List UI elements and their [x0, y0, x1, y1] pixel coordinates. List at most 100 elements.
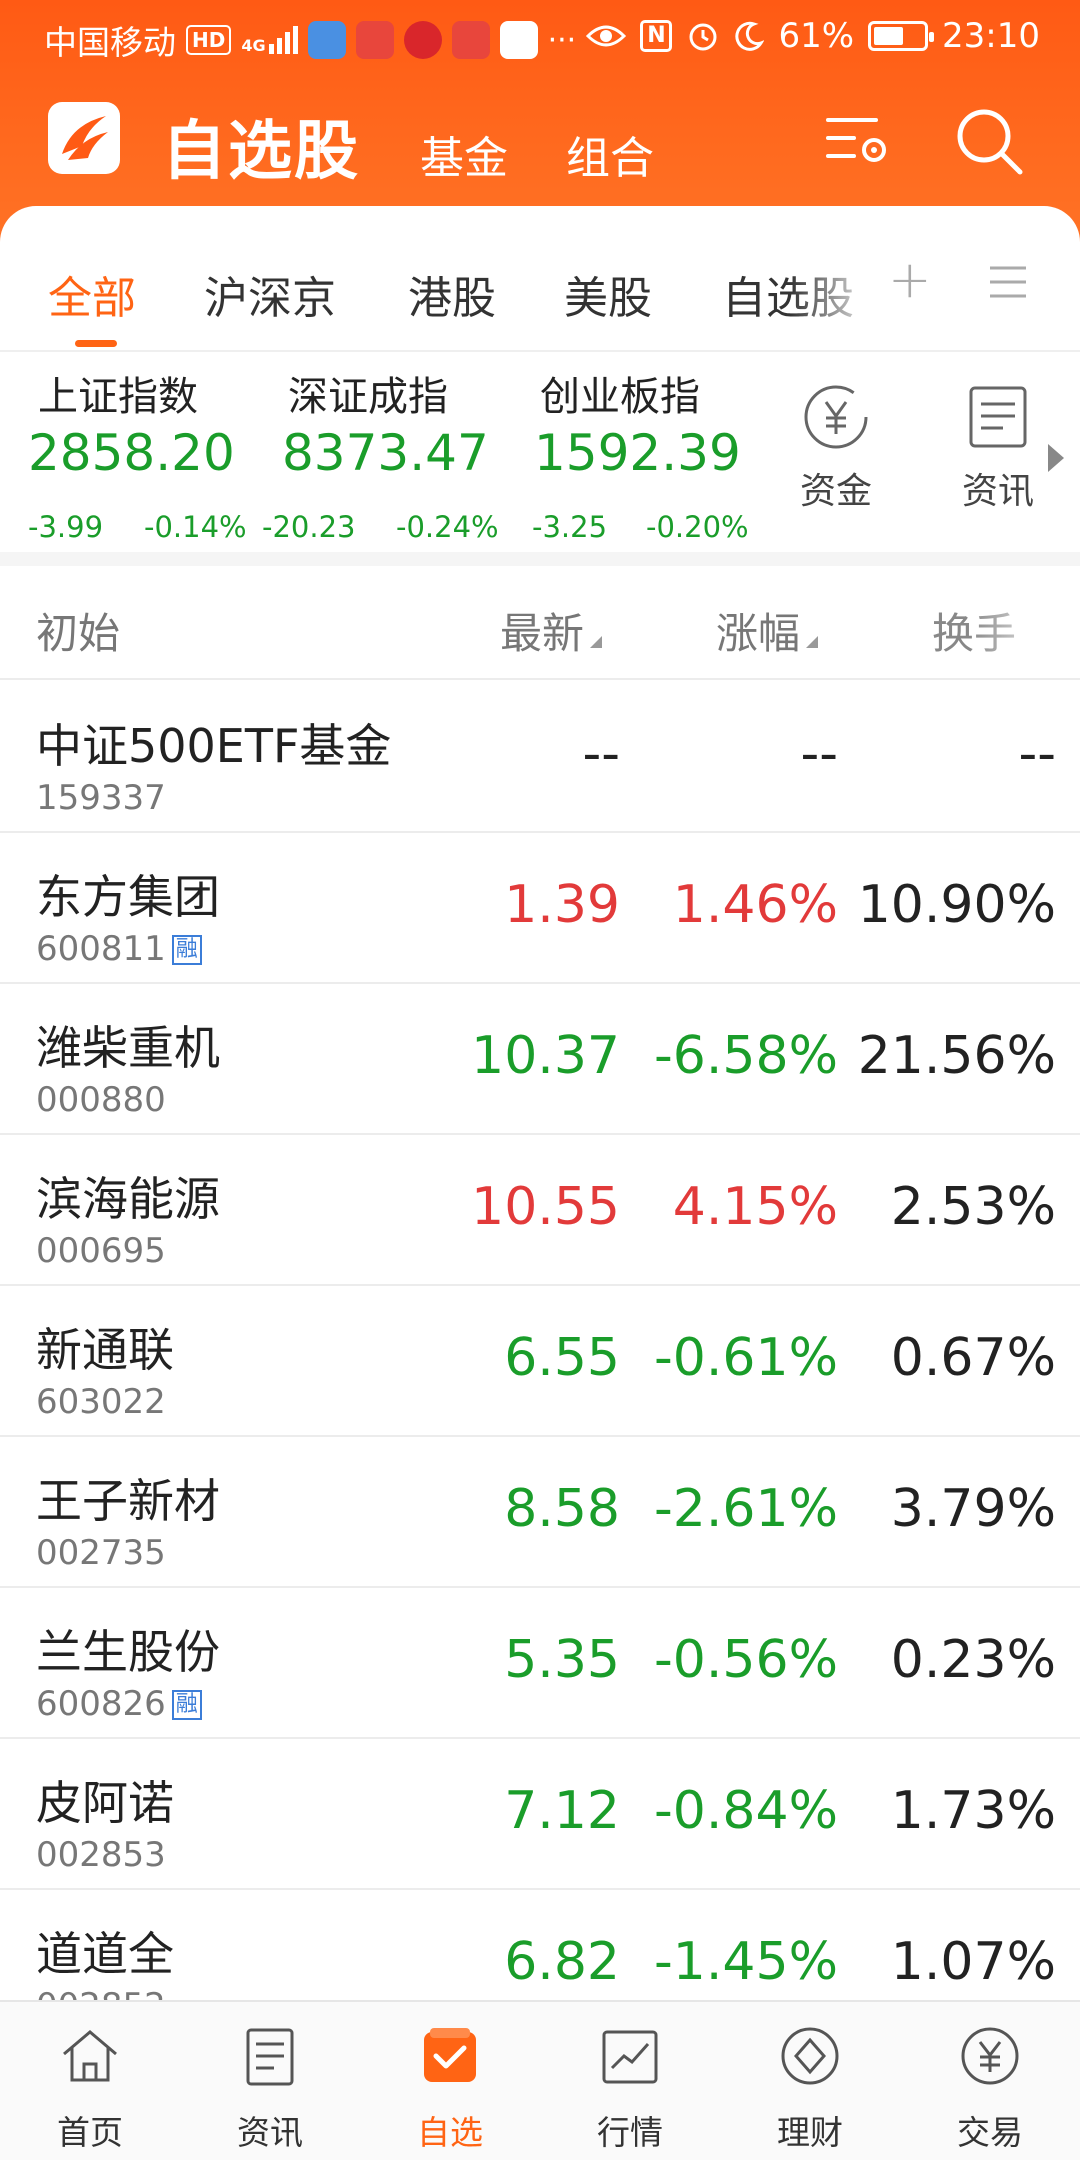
index-name: 深证成指: [288, 374, 448, 420]
stock-code-text: 600811: [36, 929, 166, 969]
home-icon: [63, 2030, 117, 2082]
stock-code-text: 002852: [36, 1986, 166, 2000]
stock-row[interactable]: 中证500ETF基金 159337 -- -- --: [0, 682, 1080, 833]
notification-app-icon: [355, 21, 394, 59]
app-logo-icon[interactable]: [48, 102, 120, 174]
signal-icon: 4G: [241, 26, 298, 54]
news-document-icon: [246, 2028, 294, 2086]
change-percent: -0.56%: [654, 1630, 838, 1690]
stock-row[interactable]: 东方集团 600811 融 1.39 1.46% 10.90%: [0, 833, 1080, 984]
nav-wealth[interactable]: 理财: [720, 2002, 900, 2160]
chevron-right-icon[interactable]: [1048, 444, 1064, 472]
turnover-rate: 1.73%: [890, 1781, 1056, 1841]
index-name: 创业板指: [540, 374, 700, 420]
nfc-icon: N: [640, 20, 673, 52]
index-value: 1592.39: [534, 424, 741, 482]
turnover-rate: 1.07%: [890, 1932, 1056, 1992]
alarm-icon: [689, 23, 717, 51]
change-percent: -0.84%: [654, 1781, 838, 1841]
nav-market[interactable]: 行情: [540, 2002, 720, 2160]
more-notifications-icon: ···: [547, 22, 577, 58]
list-header: 初始 最新 涨幅 换手: [0, 566, 1080, 680]
nav-watchlist-label: 自选: [417, 2113, 483, 2152]
stock-code: 002735: [36, 1533, 166, 1573]
add-group-icon[interactable]: +: [888, 250, 932, 310]
change-percent: 1.46%: [672, 875, 838, 935]
turnover-rate: --: [1018, 724, 1056, 784]
battery-icon: [868, 21, 935, 51]
stock-row[interactable]: 王子新材 002735 8.58 -2.61% 3.79%: [0, 1437, 1080, 1588]
search-icon[interactable]: [952, 104, 1026, 178]
stock-name: 王子新材: [36, 1474, 220, 1528]
tab-hong-kong[interactable]: 港股: [408, 262, 496, 326]
turnover-rate: 3.79%: [890, 1479, 1056, 1539]
group-menu-icon[interactable]: [988, 262, 1028, 302]
stock-row[interactable]: 道道全 002852 6.82 -1.45% 1.07%: [0, 1890, 1080, 2000]
hd-badge: HD: [186, 25, 232, 55]
sort-indicator-icon: [806, 636, 819, 648]
market-tabs: 全部 沪深京 港股 美股 自选股 +: [0, 206, 1080, 352]
latest-price: 7.12: [504, 1781, 620, 1841]
stock-code: 159337: [36, 778, 166, 818]
diamond-circle-icon: [781, 2027, 839, 2085]
news-label: 资讯: [961, 471, 1034, 512]
stock-code: 603022: [36, 1382, 166, 1422]
turnover-rate: 0.23%: [890, 1630, 1056, 1690]
portfolio-link[interactable]: 组合: [566, 122, 654, 186]
sort-initial-button[interactable]: 初始: [36, 600, 120, 661]
turnover-rate: 10.90%: [857, 875, 1056, 935]
fund-link[interactable]: 基金: [420, 122, 508, 186]
tab-shanghai-shenzhen-beijing[interactable]: 沪深京: [204, 262, 336, 326]
stock-code: 002853: [36, 1835, 166, 1875]
sort-latest-button[interactable]: 最新: [500, 600, 603, 661]
stock-row[interactable]: 滨海能源 000695 10.55 4.15% 2.53%: [0, 1135, 1080, 1286]
nav-trade[interactable]: 交易: [900, 2002, 1080, 2160]
nav-watchlist[interactable]: 自选: [360, 2002, 540, 2160]
latest-price: 6.55: [504, 1328, 620, 1388]
nav-news[interactable]: 资讯: [180, 2002, 360, 2160]
turnover-rate: 21.56%: [857, 1026, 1056, 1086]
change-percent: -0.61%: [654, 1328, 838, 1388]
battery-percent: 61%: [778, 16, 855, 56]
stock-name: 中证500ETF基金: [36, 719, 392, 773]
carrier-name: 中国移动: [44, 23, 176, 62]
list-settings-icon[interactable]: [822, 106, 892, 176]
stock-code: 600826 融: [36, 1684, 202, 1724]
document-icon: [969, 386, 1027, 448]
stock-name: 潍柴重机: [36, 1021, 220, 1075]
stock-code: 600811 融: [36, 929, 202, 969]
nav-wealth-label: 理财: [777, 2113, 843, 2152]
notification-app-icon: [451, 21, 490, 59]
index-change: -20.23: [262, 510, 356, 544]
stock-code: 000880: [36, 1080, 166, 1120]
watchlist-table: 中证500ETF基金 159337 -- -- -- 东方集团 600811 融 1.39 1.4…: [0, 682, 1080, 2000]
stock-name: 道道全: [36, 1927, 174, 1981]
stock-row[interactable]: 皮阿诺 002853 7.12 -0.84% 1.73%: [0, 1739, 1080, 1890]
status-bar: 中国移动 HD 4G ··· N 61% 23:10: [0, 0, 1080, 72]
stock-name: 新通联: [36, 1323, 174, 1377]
notification-app-icon: [403, 21, 442, 59]
yuan-circle-icon: [804, 385, 868, 449]
notification-app-icon: [307, 21, 346, 59]
funds-shortcut[interactable]: 资金: [786, 382, 886, 514]
stock-row[interactable]: 潍柴重机 000880 10.37 -6.58% 21.56%: [0, 984, 1080, 1135]
stock-code: 000695: [36, 1231, 166, 1271]
clock-time: 23:10: [942, 16, 1040, 56]
latest-price: 10.55: [471, 1177, 620, 1237]
do-not-disturb-moon-icon: [735, 21, 765, 51]
tab-us[interactable]: 美股: [564, 262, 652, 326]
stock-code-text: 002853: [36, 1835, 166, 1875]
nav-market-label: 行情: [597, 2113, 663, 2152]
column-latest-label: 最新: [500, 609, 585, 658]
column-change-label: 涨幅: [716, 609, 801, 658]
stock-row[interactable]: 新通联 603022 6.55 -0.61% 0.67%: [0, 1286, 1080, 1437]
nav-home[interactable]: 首页: [0, 2002, 180, 2160]
sort-indicator-icon: [590, 636, 603, 648]
index-percent: -0.20%: [646, 510, 749, 544]
tab-all[interactable]: 全部: [48, 262, 136, 326]
sort-change-button[interactable]: 涨幅: [716, 600, 819, 661]
stock-name: 滨海能源: [36, 1172, 220, 1226]
index-change: -3.99: [28, 510, 104, 544]
news-shortcut[interactable]: 资讯: [948, 382, 1048, 514]
stock-row[interactable]: 兰生股份 600826 融 5.35 -0.56% 0.23%: [0, 1588, 1080, 1739]
